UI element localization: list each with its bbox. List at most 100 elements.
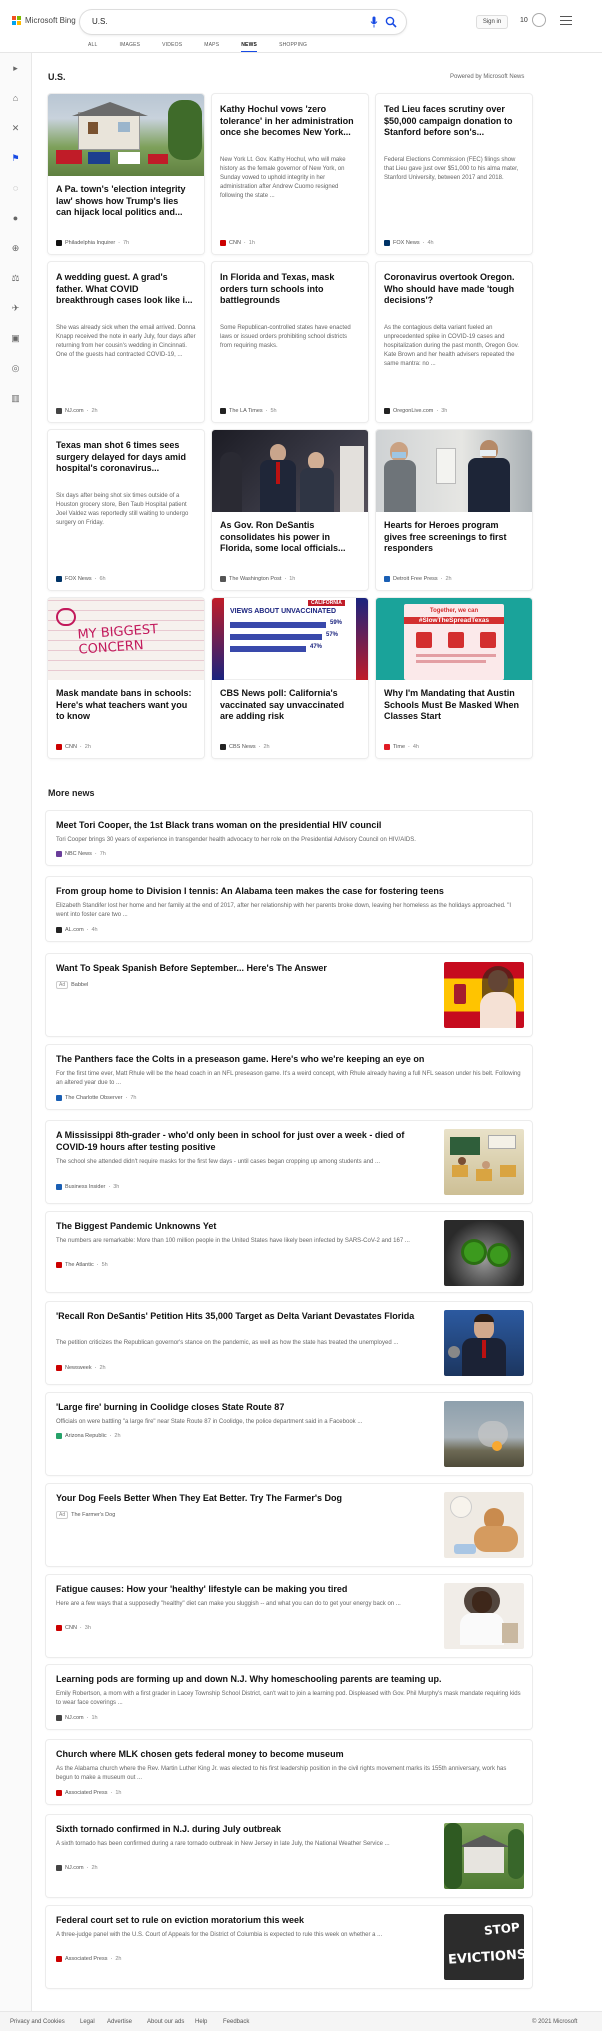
footer-link-legal[interactable]: Legal <box>80 2019 95 2025</box>
row-title[interactable]: Federal court set to rule on eviction mo… <box>56 1915 432 1927</box>
california-poll-image: CALIFORNIA VIEWS ABOUT UNVACCINATED 59% … <box>212 598 368 680</box>
card-title[interactable]: Why I'm Mandating that Austin Schools Mu… <box>384 688 524 723</box>
news-card[interactable]: CALIFORNIA VIEWS ABOUT UNVACCINATED 59% … <box>212 598 368 758</box>
news-card[interactable]: Hearts for Heroes program gives free scr… <box>376 430 532 590</box>
news-card[interactable]: Texas man shot 6 times sees surgery dela… <box>48 430 204 590</box>
rewards-medal-icon[interactable] <box>532 13 546 27</box>
news-row[interactable]: Sixth tornado confirmed in N.J. during J… <box>46 1815 532 1897</box>
officer-clinic-image <box>376 430 532 512</box>
poll-headline: VIEWS ABOUT UNVACCINATED <box>230 608 337 615</box>
source-logo-icon <box>56 1625 62 1631</box>
row-title[interactable]: Church where MLK chosen gets federal mon… <box>56 1749 344 1761</box>
my-biggest-concern-image: MY BIGGEST CONCERN <box>48 598 204 680</box>
trending-icon[interactable]: ✕ <box>10 123 21 134</box>
news-row[interactable]: 'Recall Ron DeSantis' Petition Hits 35,0… <box>46 1302 532 1384</box>
rewards-count[interactable]: 10 <box>520 17 528 24</box>
menu-icon[interactable] <box>560 16 572 26</box>
card-title[interactable]: Mask mandate bans in schools: Here's wha… <box>56 688 196 723</box>
news-card[interactable]: Coronavirus overtook Oregon. Who should … <box>376 262 532 422</box>
microphone-icon[interactable] <box>370 16 378 28</box>
microsoft-logo-icon <box>12 16 21 25</box>
row-title[interactable]: Meet Tori Cooper, the 1st Black trans wo… <box>56 820 381 832</box>
card-title[interactable]: Kathy Hochul vows 'zero tolerance' in he… <box>220 104 360 139</box>
us-flag-icon[interactable]: ⚑ <box>10 153 21 164</box>
row-title[interactable]: Your Dog Feels Better When They Eat Bett… <box>56 1493 432 1505</box>
card-summary: As the contagious delta variant fueled a… <box>384 325 519 367</box>
home-icon[interactable]: ⌂ <box>10 93 21 104</box>
news-row[interactable]: Meet Tori Cooper, the 1st Black trans wo… <box>46 811 532 865</box>
source-time: 7h <box>99 851 106 857</box>
card-title[interactable]: A wedding guest. A grad's father. What C… <box>56 272 196 307</box>
news-row[interactable]: Fatigue causes: How your 'healthy' lifes… <box>46 1575 532 1657</box>
card-title[interactable]: Hearts for Heroes program gives free scr… <box>384 520 524 555</box>
source-name: Business Insider <box>65 1184 106 1190</box>
news-row[interactable]: From group home to Division I tennis: An… <box>46 877 532 941</box>
sign-in-button[interactable]: Sign in <box>476 15 508 29</box>
card-title[interactable]: Texas man shot 6 times sees surgery dela… <box>56 440 196 475</box>
sports-icon[interactable]: ◎ <box>10 363 21 374</box>
row-title[interactable]: From group home to Division I tennis: An… <box>56 886 444 898</box>
news-card[interactable]: MY BIGGEST CONCERN Mask mandate bans in … <box>48 598 204 758</box>
news-card[interactable]: A wedding guest. A grad's father. What C… <box>48 262 204 422</box>
expand-icon[interactable]: ▸ <box>10 63 21 74</box>
source-time: 5h <box>101 1262 108 1268</box>
search-icon[interactable] <box>385 16 397 28</box>
row-title[interactable]: A Mississippi 8th-grader - who'd only be… <box>56 1130 432 1153</box>
card-title[interactable]: Coronavirus overtook Oregon. Who should … <box>384 272 524 307</box>
news-card[interactable]: Kathy Hochul vows 'zero tolerance' in he… <box>212 94 368 254</box>
news-row[interactable]: Federal court set to rule on eviction mo… <box>46 1906 532 1988</box>
footer-link-about-ads[interactable]: About our ads <box>147 2019 184 2025</box>
news-row[interactable]: A Mississippi 8th-grader - who'd only be… <box>46 1121 532 1203</box>
row-title[interactable]: The Panthers face the Colts in a preseas… <box>56 1054 424 1066</box>
entertainment-icon[interactable]: ▣ <box>10 333 21 344</box>
news-row[interactable]: The Biggest Pandemic Unknowns Yet The nu… <box>46 1212 532 1292</box>
card-title[interactable]: In Florida and Texas, mask orders turn s… <box>220 272 360 307</box>
card-summary: Six days after being shot six times outs… <box>56 493 189 526</box>
science-icon[interactable]: ✈ <box>10 303 21 314</box>
row-title[interactable]: The Biggest Pandemic Unknowns Yet <box>56 1221 432 1233</box>
footer-link-help[interactable]: Help <box>195 2019 207 2025</box>
search-input[interactable]: U.S. <box>92 17 108 26</box>
row-title[interactable]: Fatigue causes: How your 'healthy' lifes… <box>56 1584 432 1596</box>
row-title[interactable]: Learning pods are forming up and down N.… <box>56 1674 442 1686</box>
news-row[interactable]: The Panthers face the Colts in a preseas… <box>46 1045 532 1109</box>
bing-logo[interactable]: Microsoft Bing <box>12 16 76 25</box>
card-title[interactable]: CBS News poll: California's vaccinated s… <box>220 688 360 723</box>
card-source: The LA Times · 5h <box>220 408 277 414</box>
footer-link-feedback[interactable]: Feedback <box>223 2019 249 2025</box>
news-card[interactable]: A Pa. town's 'election integrity law' sh… <box>48 94 204 254</box>
news-card[interactable]: Together, we can #SlowTheSpreadTexas Why… <box>376 598 532 758</box>
globe-icon[interactable]: ⊕ <box>10 243 21 254</box>
news-row[interactable]: Learning pods are forming up and down N.… <box>46 1665 532 1729</box>
politics-icon[interactable]: ▥ <box>10 393 21 404</box>
news-row[interactable]: Church where MLK chosen gets federal mon… <box>46 1740 532 1804</box>
search-box[interactable]: U.S. <box>80 10 406 34</box>
row-title[interactable]: 'Large fire' burning in Coolidge closes … <box>56 1402 432 1414</box>
card-source: Detroit Free Press · 2h <box>384 576 452 582</box>
left-rail: ▸ ⌂ ✕ ⚑ ◌ ● ⊕ ⚖ ✈ ▣ ◎ ▥ <box>0 53 32 2011</box>
local-pin-icon[interactable]: ● <box>10 213 21 224</box>
row-title[interactable]: Sixth tornado confirmed in N.J. during J… <box>56 1824 432 1836</box>
card-title[interactable]: A Pa. town's 'election integrity law' sh… <box>56 184 196 219</box>
card-title[interactable]: Ted Lieu faces scrutiny over $50,000 cam… <box>384 104 524 139</box>
row-summary: The petition criticizes the Republican g… <box>56 1340 399 1346</box>
source-name: The Washington Post <box>229 576 282 582</box>
news-row-ad[interactable]: Want To Speak Spanish Before September..… <box>46 954 532 1036</box>
news-card[interactable]: In Florida and Texas, mask orders turn s… <box>212 262 368 422</box>
footer-link-advertise[interactable]: Advertise <box>107 2019 132 2025</box>
ad-badge: Ad <box>56 1511 69 1519</box>
business-icon[interactable]: ⚖ <box>10 273 21 284</box>
news-row[interactable]: 'Large fire' burning in Coolidge closes … <box>46 1393 532 1475</box>
news-card[interactable]: As Gov. Ron DeSantis consolidates his po… <box>212 430 368 590</box>
row-title[interactable]: 'Recall Ron DeSantis' Petition Hits 35,0… <box>56 1311 432 1323</box>
row-source: Ad Babbel <box>56 981 88 989</box>
card-title[interactable]: As Gov. Ron DeSantis consolidates his po… <box>220 520 360 555</box>
news-row-ad[interactable]: Your Dog Feels Better When They Eat Bett… <box>46 1484 532 1566</box>
news-card[interactable]: Ted Lieu faces scrutiny over $50,000 cam… <box>376 94 532 254</box>
footer-link-privacy[interactable]: Privacy and Cookies <box>10 2019 65 2025</box>
world-icon[interactable]: ◌ <box>10 183 21 194</box>
row-summary: Officials on were battling "a large fire… <box>56 1419 363 1425</box>
source-logo-icon <box>220 744 226 750</box>
row-title[interactable]: Want To Speak Spanish Before September..… <box>56 963 432 975</box>
card-source: FOX News · 4h <box>384 240 434 246</box>
